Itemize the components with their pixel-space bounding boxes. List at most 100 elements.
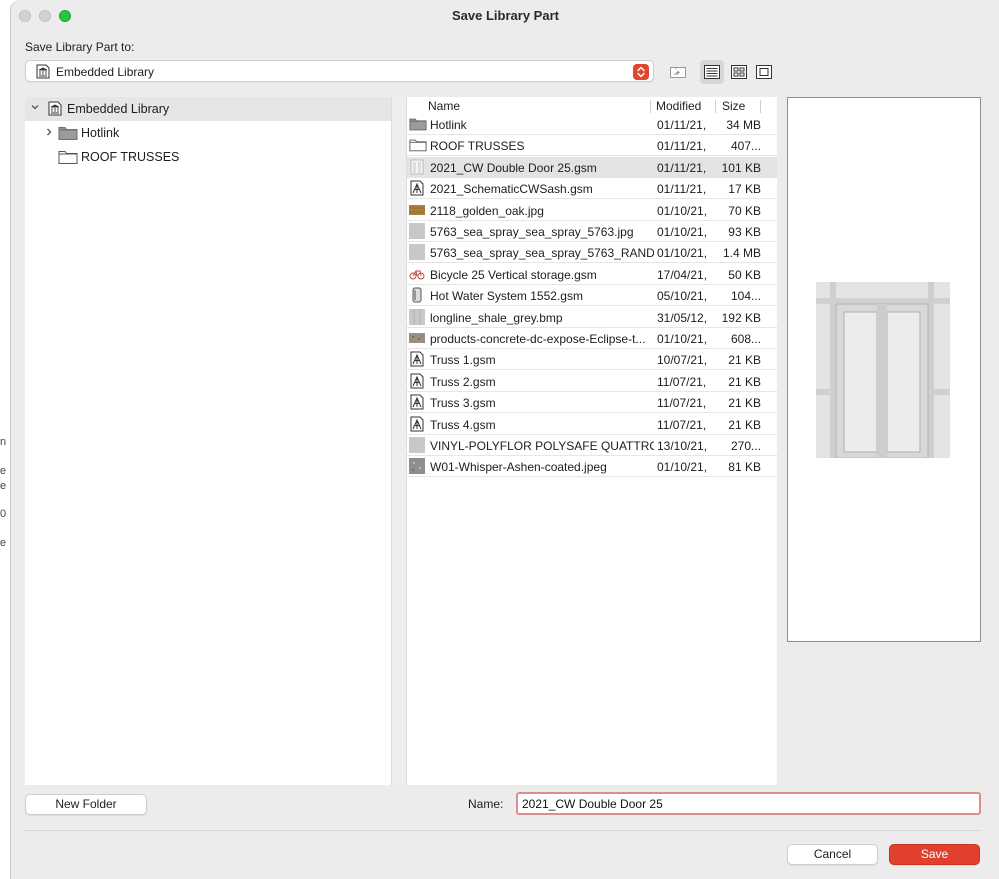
file-size: 81 KB (728, 460, 761, 475)
file-name: Truss 3.gsm (430, 396, 496, 411)
file-row[interactable]: Truss 3.gsm 11/07/21, 21 KB (407, 392, 777, 414)
tree-item-hotlink[interactable]: Hotlink (25, 122, 391, 144)
file-modified: 01/11/21, (657, 182, 707, 197)
file-modified: 31/05/12, (657, 310, 708, 325)
destination-select[interactable]: Embedded Library (25, 60, 654, 82)
file-size: 21 KB (728, 417, 761, 432)
double-door-preview (816, 282, 950, 461)
file-modified: 01/10/21, (657, 203, 708, 218)
column-separator[interactable] (650, 100, 651, 113)
file-row[interactable]: Truss 2.gsm 11/07/21, 21 KB (407, 371, 777, 392)
background-text: n (0, 436, 7, 448)
file-name: Truss 2.gsm (430, 374, 496, 389)
file-size: 407... (730, 139, 761, 154)
save-to-label: Save Library Part to: (25, 40, 135, 54)
file-list: Name Modified Size Hotlink 01/11/21, 34 MB… (407, 97, 777, 785)
save-library-part-dialog: Save Library Part Save Library Part to: … (10, 0, 999, 879)
name-field[interactable] (516, 792, 981, 815)
file-row[interactable]: products-concrete-dc-expose-Eclipse-t...… (407, 328, 777, 349)
preview-view-button[interactable] (752, 60, 775, 84)
file-row[interactable]: W01-Whisper-Ashen-coated.jpeg 01/10/21, 81… (407, 456, 777, 478)
file-name: 5763_sea_spray_sea_spray_5763_RAND... (430, 246, 654, 261)
name-label: Name: (468, 797, 504, 811)
file-row[interactable]: Hotlink 01/11/21, 34 MB (407, 114, 777, 135)
save-button[interactable]: Save (889, 844, 980, 865)
file-size: 1.4 MB (722, 246, 761, 261)
file-row[interactable]: Bicycle 25 Vertical storage.gsm 17/04/21,… (407, 264, 777, 285)
library-icon (48, 101, 62, 119)
file-name: 2021_SchematicCWSash.gsm (430, 182, 593, 197)
file-size: 21 KB (728, 396, 761, 411)
file-row[interactable]: Hot Water System 1552.gsm 05/10/21, 104... (407, 285, 777, 307)
tree-item-label: Hotlink (81, 126, 120, 140)
file-thumbnail-icon (409, 244, 425, 261)
file-modified: 01/10/21, (657, 246, 708, 261)
chevron-updown-icon (633, 64, 649, 80)
file-name: ROOF TRUSSES (430, 139, 525, 154)
file-thumbnail-icon (409, 373, 425, 389)
file-size: 17 KB (728, 182, 761, 197)
file-size: 21 KB (728, 353, 761, 368)
folder-icon (58, 125, 78, 144)
file-thumbnail-icon (409, 266, 425, 282)
file-modified: 10/07/21, (657, 353, 708, 368)
file-modified: 01/10/21, (657, 332, 708, 346)
file-thumbnail-icon (409, 308, 425, 325)
file-thumbnail-icon (409, 180, 425, 196)
file-row[interactable]: Truss 4.gsm 11/07/21, 21 KB (407, 414, 777, 435)
file-name: 2021_CW Double Door 25.gsm (430, 160, 597, 175)
file-modified: 11/07/21, (657, 417, 707, 432)
file-row[interactable]: longline_shale_grey.bmp 31/05/12, 192 KB (407, 307, 777, 328)
file-row[interactable]: ROOF TRUSSES 01/11/21, 407... (407, 135, 777, 157)
file-row[interactable]: 2021_CW Double Door 25.gsm 01/11/21, 101 K… (407, 156, 777, 178)
background-text: e (0, 465, 7, 477)
chevron-right-icon[interactable] (44, 127, 54, 140)
file-modified: 01/11/21, (657, 160, 707, 175)
file-thumbnail-icon (409, 458, 425, 475)
file-name: 5763_sea_spray_sea_spray_5763.jpg (430, 225, 634, 239)
column-separator[interactable] (715, 100, 716, 113)
file-size: 50 KB (728, 267, 761, 282)
folder-icon (409, 116, 427, 132)
file-thumbnail-icon (409, 394, 425, 410)
pane-splitter[interactable] (391, 97, 407, 785)
file-size: 608... (730, 332, 761, 346)
folder-icon (58, 149, 78, 168)
file-row[interactable]: 5763_sea_spray_sea_spray_5763_RAND... 01/… (407, 242, 777, 264)
file-row[interactable]: 5763_sea_spray_sea_spray_5763.jpg 01/10/2… (407, 221, 777, 242)
file-name: Truss 4.gsm (430, 417, 496, 432)
file-name: Truss 1.gsm (430, 353, 496, 368)
file-modified: 05/10/21, (657, 289, 708, 304)
destination-value: Embedded Library (56, 65, 155, 79)
file-thumbnail-icon (409, 416, 425, 432)
cancel-button[interactable]: Cancel (787, 844, 878, 865)
file-thumbnail-icon (409, 159, 425, 175)
tree-item-embedded-library[interactable]: Embedded Library (25, 98, 391, 120)
file-modified: 11/07/21, (657, 374, 707, 389)
tree-item-label: ROOF TRUSSES (81, 150, 180, 164)
file-modified: 11/07/21, (657, 396, 707, 411)
file-row[interactable]: VINYL-POLYFLOR POLYSAFE QUATTRO... 13/10/… (407, 435, 777, 456)
file-modified: 13/10/21, (657, 439, 708, 453)
column-separator[interactable] (760, 100, 761, 113)
file-name: products-concrete-dc-expose-Eclipse-t... (430, 332, 646, 346)
file-modified: 01/11/21, (657, 118, 707, 132)
tree-item-roof-trusses[interactable]: ROOF TRUSSES (25, 146, 391, 168)
file-name: Hot Water System 1552.gsm (430, 289, 583, 304)
background-text: 0 (0, 508, 7, 520)
file-row[interactable]: 2021_SchematicCWSash.gsm 01/11/21, 17 KB (407, 178, 777, 200)
file-row[interactable]: 2118_golden_oak.jpg 01/10/21, 70 KB (407, 200, 777, 221)
grid-view-button[interactable] (727, 60, 750, 84)
file-name: Hotlink (430, 118, 467, 132)
file-modified: 01/11/21, (657, 139, 707, 154)
chevron-down-icon[interactable] (30, 102, 40, 115)
new-folder-button[interactable]: New Folder (25, 794, 147, 815)
file-row[interactable]: Truss 1.gsm 10/07/21, 21 KB (407, 349, 777, 371)
file-size: 21 KB (728, 374, 761, 389)
background-window: n e e 0 e (0, 0, 10, 879)
file-size: 34 MB (726, 118, 761, 132)
folder-up-button[interactable] (666, 60, 689, 84)
list-view-button[interactable] (700, 60, 724, 84)
file-modified: 01/10/21, (657, 225, 708, 239)
file-size: 93 KB (728, 225, 761, 239)
